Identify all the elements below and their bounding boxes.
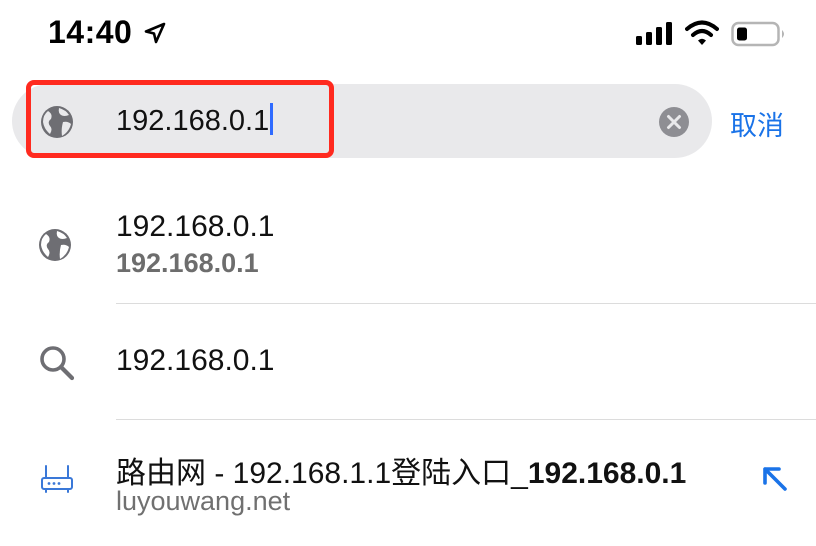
suggestion-title: 192.168.0.1	[116, 210, 275, 243]
address-field[interactable]: 192.168.0.1	[12, 84, 712, 158]
suggestion-list: 192.168.0.1 192.168.0.1 192.168.0.1 路由网 …	[0, 186, 816, 546]
router-icon	[41, 465, 73, 493]
cellular-signal-icon	[636, 22, 672, 45]
fill-arrow-icon[interactable]	[760, 464, 790, 494]
suggestion-item[interactable]: 192.168.0.1 192.168.0.1	[0, 186, 816, 304]
search-icon	[40, 346, 75, 381]
suggestion-item[interactable]: 路由网 - 192.168.1.1登陆入口_192.168.0.1 luyouw…	[0, 420, 816, 546]
cancel-button[interactable]: 取消	[730, 104, 784, 143]
suggestion-subtitle: 192.168.0.1	[116, 248, 259, 278]
search-row: 192.168.0.1 取消	[0, 84, 816, 160]
globe-icon	[41, 106, 73, 138]
globe-icon	[39, 229, 71, 261]
status-time: 14:40	[48, 14, 133, 50]
battery-icon	[731, 21, 784, 47]
status-bar: 14:40	[0, 0, 816, 70]
suggestion-subtitle: luyouwang.net	[116, 486, 291, 516]
location-arrow-icon	[144, 22, 166, 44]
wifi-icon	[685, 20, 719, 45]
suggestion-item[interactable]: 192.168.0.1	[0, 304, 816, 420]
address-input-value: 192.168.0.1	[116, 105, 270, 137]
clear-circle-icon[interactable]	[658, 106, 690, 138]
suggestion-title: 192.168.0.1	[116, 344, 275, 377]
suggestion-title-match: 192.168.0.1	[527, 457, 687, 490]
text-caret	[270, 103, 274, 135]
address-input[interactable]: 192.168.0.1	[116, 103, 274, 138]
